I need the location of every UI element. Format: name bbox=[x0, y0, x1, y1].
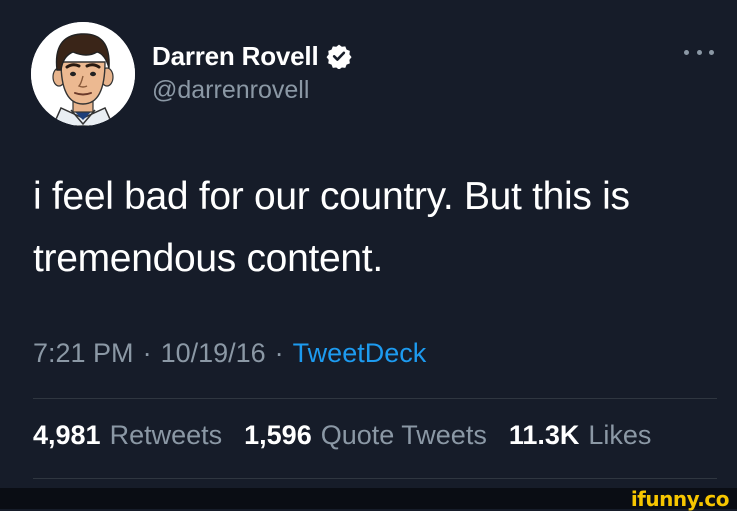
divider bbox=[33, 478, 717, 479]
tweet-text: i feel bad for our country. But this is … bbox=[33, 175, 630, 280]
tweet-source-link[interactable]: TweetDeck bbox=[293, 338, 427, 368]
verified-badge-icon bbox=[327, 44, 353, 69]
meta-separator: · bbox=[142, 338, 152, 368]
likes-label: Likes bbox=[588, 420, 652, 450]
tweet-date[interactable]: 10/19/16 bbox=[161, 338, 266, 368]
author-handle[interactable]: @darrenrovell bbox=[152, 76, 309, 105]
tweet-time[interactable]: 7:21 PM bbox=[33, 338, 134, 368]
likes-count: 11.3K bbox=[508, 420, 580, 450]
retweets-count: 4,981 bbox=[33, 420, 101, 450]
more-options-icon[interactable] bbox=[684, 42, 714, 62]
tweet-card: Darren Rovell @darrenrovell i feel bad f… bbox=[0, 0, 737, 488]
retweets-label: Retweets bbox=[109, 420, 223, 450]
author-name-row: Darren Rovell bbox=[152, 40, 353, 72]
ifunny-watermark: ifunny.co bbox=[630, 487, 730, 511]
more-dot bbox=[696, 49, 702, 55]
divider bbox=[33, 398, 717, 399]
avatar[interactable] bbox=[31, 22, 135, 126]
avatar-illustration bbox=[31, 22, 135, 126]
quote-tweets-count: 1,596 bbox=[244, 420, 312, 450]
quote-tweets-stat[interactable]: 1,596 Quote Tweets bbox=[244, 420, 487, 451]
more-dot bbox=[709, 49, 714, 55]
retweets-stat[interactable]: 4,981 Retweets bbox=[33, 420, 222, 451]
tweet-stats: 4,981 Retweets 1,596 Quote Tweets 11.3K Lik… bbox=[33, 420, 673, 451]
tweet-meta: 7:21 PM · 10/19/16 · TweetDeck bbox=[33, 338, 426, 369]
more-dot bbox=[684, 49, 689, 55]
footer-bar bbox=[0, 488, 737, 509]
likes-stat[interactable]: 11.3K Likes bbox=[509, 420, 652, 451]
quote-tweets-label: Quote Tweets bbox=[320, 420, 487, 450]
author-display-name[interactable]: Darren Rovell bbox=[152, 41, 319, 72]
meta-separator: · bbox=[274, 338, 284, 368]
